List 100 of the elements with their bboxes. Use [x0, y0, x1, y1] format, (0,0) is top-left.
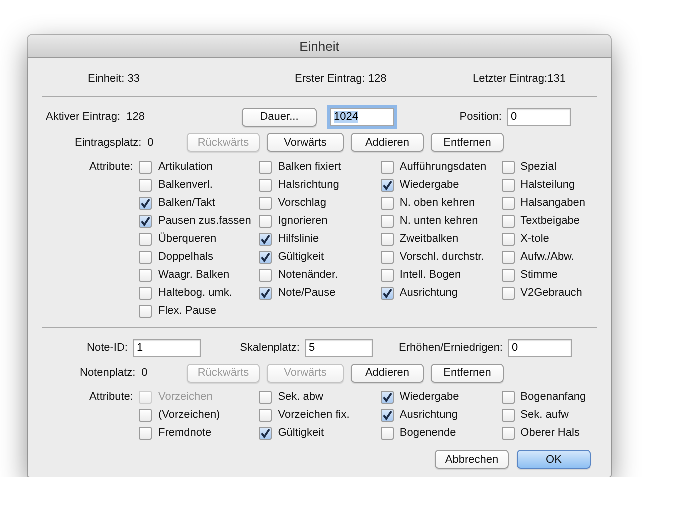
nav-button[interactable]: Addieren [351, 364, 424, 382]
checkbox[interactable] [259, 160, 272, 174]
nav-button[interactable]: Entfernen [431, 133, 504, 152]
checkbox-label: Ausrichtung [400, 287, 458, 299]
checkbox[interactable] [380, 214, 394, 228]
checkbox[interactable] [139, 178, 152, 192]
nav-button[interactable]: Vorwärts [267, 133, 344, 152]
checkbox-label: Balkenverl. [158, 179, 213, 191]
checkbox[interactable] [380, 408, 394, 422]
checkbox[interactable] [502, 196, 515, 210]
checkbox-label: Wiedergabe [400, 391, 460, 403]
checkbox-label: Aufführungsdaten [400, 161, 487, 173]
checkbox[interactable] [502, 160, 515, 174]
cancel-button[interactable]: Abbrechen [435, 450, 509, 469]
checkbox[interactable] [502, 390, 515, 404]
checkbox-label: Balken fixiert [278, 161, 342, 173]
checkbox[interactable] [139, 268, 152, 282]
checkbox-label: N. oben kehren [400, 197, 476, 209]
checkbox[interactable] [259, 390, 272, 404]
checkbox-label: Gültigkeit [278, 251, 324, 263]
window-title: Einheit [300, 38, 340, 54]
summary-text: Letzter Eintrag:131 [473, 73, 567, 87]
checkbox[interactable] [259, 286, 272, 300]
checkbox-label: Ignorieren [278, 215, 328, 227]
entry-place-label: Eintragsplatz: [75, 136, 142, 148]
checkbox[interactable] [502, 232, 515, 246]
note-field-label: Skalenplatz: [240, 342, 300, 354]
checkbox-label: Vorschl. durchstr. [400, 251, 484, 263]
checkbox-label: Hilfslinie [278, 233, 320, 245]
nav-button[interactable]: Addieren [351, 133, 424, 152]
checkbox[interactable] [380, 178, 394, 192]
checkbox-label: Note/Pause [278, 287, 336, 299]
checkbox-label: Textbeigabe [520, 215, 580, 227]
duration-field[interactable]: 1024 [330, 108, 394, 126]
checkbox-label: Sek. abw [278, 391, 324, 403]
checkbox[interactable] [139, 250, 152, 264]
checkbox-label: Gültigkeit [278, 427, 324, 439]
checkbox[interactable] [502, 408, 515, 422]
checkbox[interactable] [139, 304, 152, 318]
note-field[interactable]: 1 [133, 339, 201, 357]
checkbox-label: Oberer Hals [520, 427, 580, 439]
checkbox[interactable] [259, 250, 272, 264]
note-field[interactable]: 0 [508, 339, 572, 357]
checkbox-label: Halsteilung [520, 179, 576, 191]
checkbox[interactable] [259, 268, 272, 282]
checkbox-label: Ausrichtung [400, 409, 458, 421]
checkbox[interactable] [139, 196, 152, 210]
checkbox[interactable] [502, 250, 515, 264]
note-place-label: Notenplatz: [80, 367, 136, 379]
checkbox-label: (Vorzeichen) [158, 409, 220, 421]
checkbox[interactable] [380, 160, 394, 174]
checkbox-label: Notenänder. [278, 269, 338, 281]
checkbox-label: Intell. Bogen [400, 269, 462, 281]
checkbox[interactable] [139, 286, 152, 300]
checkbox[interactable] [139, 160, 152, 174]
checkbox[interactable] [380, 390, 394, 404]
checkbox[interactable] [259, 408, 272, 422]
checkbox[interactable] [502, 286, 515, 300]
attributes-label: Attribute: [89, 391, 134, 403]
note-field[interactable]: 5 [305, 339, 373, 357]
checkbox[interactable] [380, 250, 394, 264]
checkbox[interactable] [259, 232, 272, 246]
checkbox[interactable] [139, 426, 152, 440]
checkbox[interactable] [139, 232, 152, 246]
checkbox[interactable] [139, 408, 152, 422]
summary-text: Einheit: 33 [88, 73, 141, 87]
checkbox[interactable] [380, 196, 394, 210]
summary-text: Erster Eintrag: 128 [295, 73, 388, 87]
checkbox[interactable] [380, 232, 394, 246]
checkbox[interactable] [380, 268, 394, 282]
position-label: Position: [460, 111, 502, 123]
checkbox-label: Balken/Takt [158, 197, 216, 209]
checkbox[interactable] [502, 214, 515, 228]
checkbox[interactable] [259, 178, 272, 192]
checkbox-label: X-tole [520, 233, 550, 245]
nav-button[interactable]: Entfernen [431, 364, 504, 382]
checkbox-label: Aufw./Abw. [520, 251, 574, 263]
checkbox-label: Doppelhals [158, 251, 214, 263]
checkbox[interactable] [380, 426, 394, 440]
checkbox[interactable] [502, 268, 515, 282]
checkbox[interactable] [380, 286, 394, 300]
checkbox[interactable] [259, 196, 272, 210]
checkbox-label: Stimme [520, 269, 558, 281]
checkbox[interactable] [139, 214, 152, 228]
checkbox-label: Sek. aufw [520, 409, 569, 421]
note-field-label: Erhöhen/Erniedrigen: [399, 342, 503, 354]
checkbox-label: Fremdnote [158, 427, 212, 439]
checkbox[interactable] [259, 214, 272, 228]
checkbox[interactable] [259, 426, 272, 440]
checkbox-label: Zweitbalken [400, 233, 459, 245]
checkbox-label: Bogenanfang [520, 391, 586, 403]
checkbox-label: Halsrichtung [278, 179, 340, 191]
checkbox-label: Wiedergabe [400, 179, 460, 191]
checkbox-label: Überqueren [158, 233, 217, 245]
duration-button[interactable]: Dauer... [242, 108, 317, 126]
checkbox[interactable] [502, 426, 515, 440]
ok-button[interactable]: OK [517, 450, 591, 469]
checkbox[interactable] [502, 178, 515, 192]
note-place-value: 0 [142, 367, 148, 379]
position-field[interactable]: 0 [507, 108, 571, 126]
